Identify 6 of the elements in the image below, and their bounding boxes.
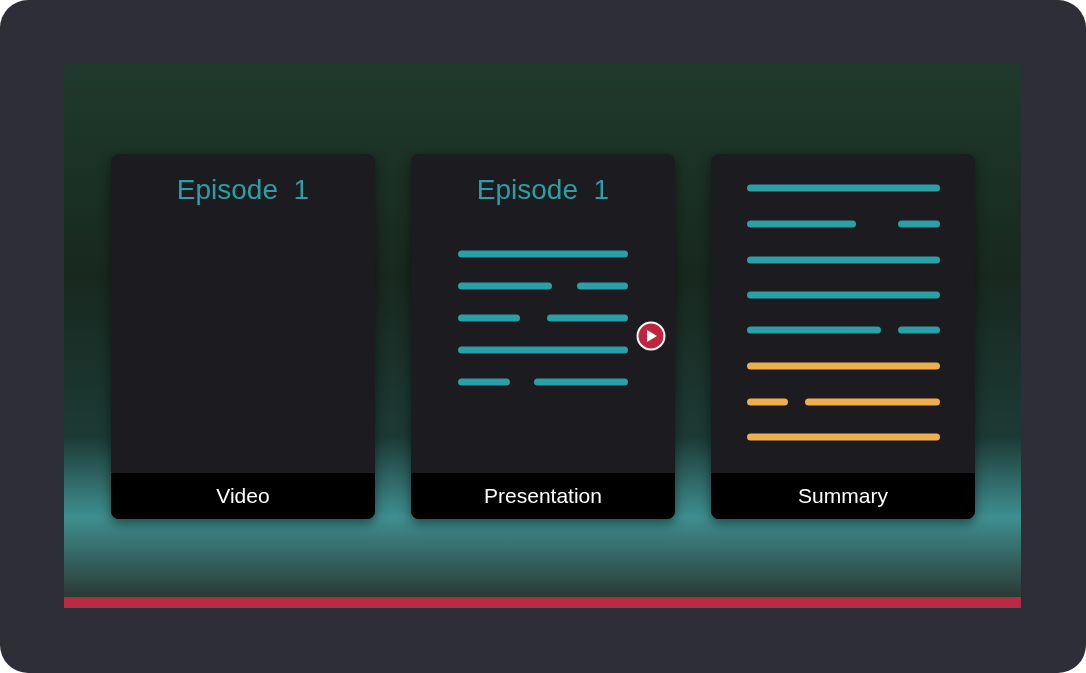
card-footer: Presentation [411, 473, 675, 519]
card-footer: Video [111, 473, 375, 519]
card-footer: Summary [711, 473, 975, 519]
card-title: Episode 1 [176, 173, 310, 207]
play-icon[interactable] [636, 321, 666, 351]
card-title: Episode 1 [476, 173, 610, 207]
